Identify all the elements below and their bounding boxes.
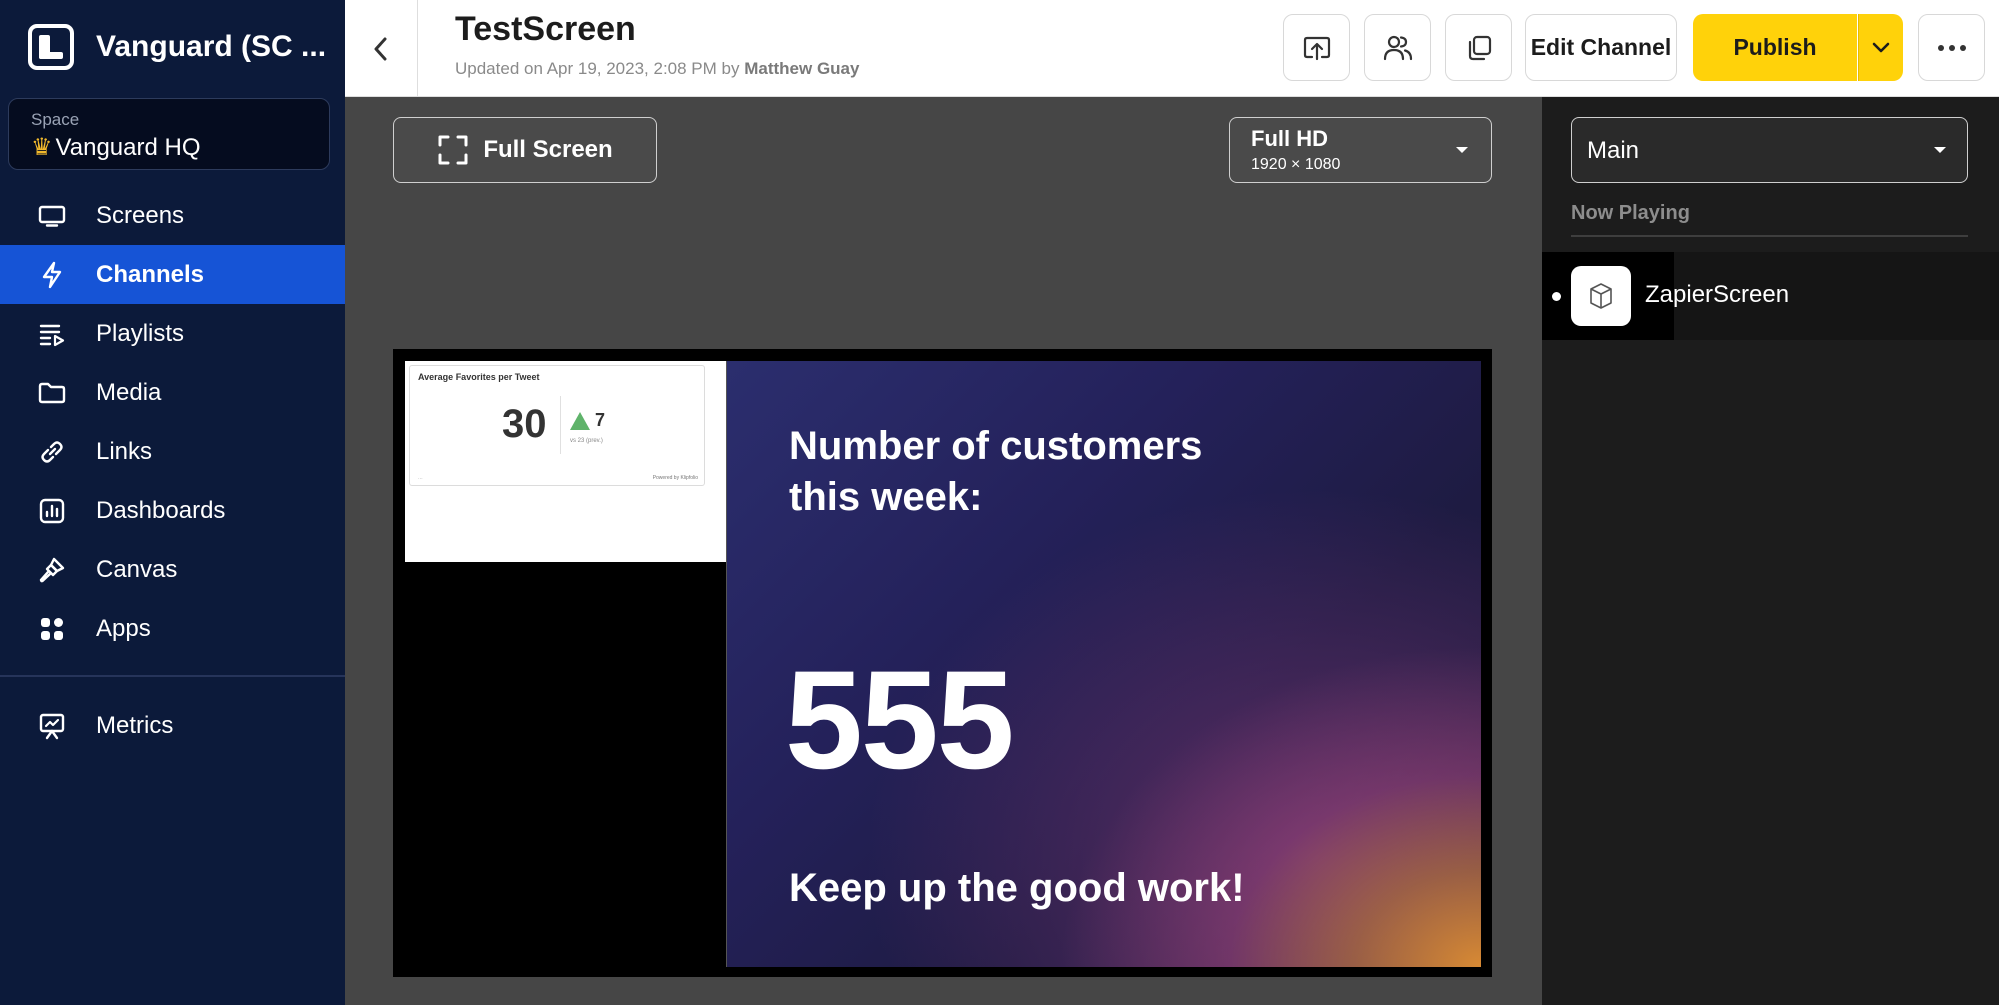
back-button[interactable] xyxy=(345,0,418,97)
metric-delta: 7 xyxy=(570,410,605,431)
slide-number: 555 xyxy=(785,641,1015,798)
sidebar-item-links[interactable]: Links xyxy=(0,422,345,481)
presentation-chart-icon xyxy=(38,712,66,740)
cast-button[interactable] xyxy=(1283,14,1350,81)
folder-icon xyxy=(38,379,66,407)
publish-options-button[interactable] xyxy=(1858,14,1903,81)
updated-author: Matthew Guay xyxy=(744,59,860,78)
crown-icon: ♛ xyxy=(31,134,53,161)
slide-heading: Number of customers this week: xyxy=(789,424,1203,519)
sidebar-item-label: Screens xyxy=(96,201,185,229)
full-screen-label: Full Screen xyxy=(483,136,613,163)
sidebar-nav: Screens Channels Playlists Media Links D… xyxy=(0,186,345,756)
updated-info: Updated on Apr 19, 2023, 2:08 PM by Matt… xyxy=(455,59,859,79)
full-screen-button[interactable]: Full Screen xyxy=(393,117,657,183)
sidebar-item-label: Links xyxy=(96,437,153,465)
sidebar-item-media[interactable]: Media xyxy=(0,363,345,422)
now-playing-divider xyxy=(1571,235,1968,237)
preview-area: Full Screen Full HD 1920 × 1080 Average … xyxy=(345,97,1542,1005)
metric-comparison: vs 23 (prev.) xyxy=(570,438,603,444)
sidebar-item-label: Canvas xyxy=(96,555,178,583)
sidebar-item-apps[interactable]: Apps xyxy=(0,599,345,658)
sidebar-item-label: Apps xyxy=(96,614,151,642)
slide-zone: Number of customers this week: 555 Keep … xyxy=(726,361,1481,967)
slide-footer: Keep up the good work! xyxy=(789,866,1245,910)
resolution-title: Full HD xyxy=(1251,126,1328,151)
metric-divider xyxy=(560,396,561,454)
sidebar: Vanguard (SC ... Space ♛ Vanguard HQ Scre… xyxy=(0,0,345,1005)
playing-indicator xyxy=(1552,292,1561,301)
link-icon xyxy=(38,438,66,466)
more-options-button[interactable] xyxy=(1918,14,1985,81)
playlist-icon xyxy=(38,320,66,348)
dashboard-icon xyxy=(38,497,66,525)
sidebar-item-canvas[interactable]: Canvas xyxy=(0,540,345,599)
metric-powered-by: Powered by Klipfolio xyxy=(652,475,698,481)
space-label: Space xyxy=(31,110,80,129)
sidebar-item-label: Metrics xyxy=(96,712,174,739)
app-thumbnail xyxy=(1571,266,1631,326)
widget-zone: Average Favorites per Tweet 30 7 vs 23 (… xyxy=(405,361,729,562)
caret-down-icon xyxy=(1934,147,1946,153)
fullscreen-icon xyxy=(438,135,468,165)
cast-upload-icon xyxy=(1303,36,1330,60)
caret-down-icon xyxy=(1456,147,1468,153)
sidebar-item-label: Dashboards xyxy=(96,496,226,524)
sidebar-item-dashboards[interactable]: Dashboards xyxy=(0,481,345,540)
triangle-up-icon xyxy=(570,411,590,430)
space-selector[interactable]: Space ♛ Vanguard HQ xyxy=(8,98,330,170)
org-name: Vanguard (SC ... xyxy=(96,30,327,63)
sidebar-divider xyxy=(0,675,345,677)
sidebar-item-screens[interactable]: Screens xyxy=(0,186,345,245)
sidebar-item-label: Media xyxy=(96,378,162,406)
more-horizontal-icon xyxy=(1937,44,1966,51)
now-playing-name: ZapierScreen xyxy=(1645,281,1790,308)
metric-value: 30 xyxy=(502,402,547,446)
zone-select[interactable]: Main xyxy=(1571,117,1968,183)
duplicate-button[interactable] xyxy=(1445,14,1512,81)
sidebar-item-channels[interactable]: Channels xyxy=(0,245,345,304)
page-title: TestScreen xyxy=(455,10,636,48)
sidebar-item-playlists[interactable]: Playlists xyxy=(0,304,345,363)
monitor-icon xyxy=(38,202,66,230)
chevron-left-icon xyxy=(374,37,387,60)
zone-select-value: Main xyxy=(1587,137,1640,164)
share-button[interactable] xyxy=(1364,14,1431,81)
users-icon xyxy=(1383,35,1412,60)
metric-title: Average Favorites per Tweet xyxy=(418,372,540,382)
publish-button[interactable]: Publish xyxy=(1693,14,1857,81)
now-playing-item[interactable]: ZapierScreen xyxy=(1542,252,1999,340)
resolution-select[interactable]: Full HD 1920 × 1080 xyxy=(1229,117,1492,183)
updated-text: Updated on Apr 19, 2023, 2:08 PM by xyxy=(455,59,740,78)
edit-channel-button[interactable]: Edit Channel xyxy=(1525,14,1677,81)
screencloud-logo-icon xyxy=(28,24,74,70)
brand[interactable]: Vanguard (SC ... xyxy=(28,24,326,70)
apps-icon xyxy=(38,615,66,643)
right-panel: Main Now Playing ZapierScreen xyxy=(1542,97,1999,1005)
sidebar-item-label: Playlists xyxy=(96,319,185,347)
now-playing-label: Now Playing xyxy=(1571,202,1690,224)
space-name: Vanguard HQ xyxy=(55,134,201,161)
sidebar-item-metrics[interactable]: Metrics xyxy=(0,697,345,756)
app-cube-icon xyxy=(1590,283,1612,309)
top-bar: TestScreen Updated on Apr 19, 2023, 2:08… xyxy=(345,0,1999,97)
sidebar-item-label: Channels xyxy=(96,260,205,288)
metric-card: Average Favorites per Tweet 30 7 vs 23 (… xyxy=(409,365,705,486)
metric-corner-mark: ⋯ xyxy=(418,476,423,482)
lightning-icon xyxy=(38,261,66,289)
resolution-dimensions: 1920 × 1080 xyxy=(1251,156,1341,173)
paintbrush-icon xyxy=(38,556,66,584)
metric-delta-value: 7 xyxy=(595,410,606,430)
copy-icon xyxy=(1468,35,1491,60)
screen-preview: Average Favorites per Tweet 30 7 vs 23 (… xyxy=(393,349,1492,977)
chevron-down-icon xyxy=(1872,42,1890,52)
